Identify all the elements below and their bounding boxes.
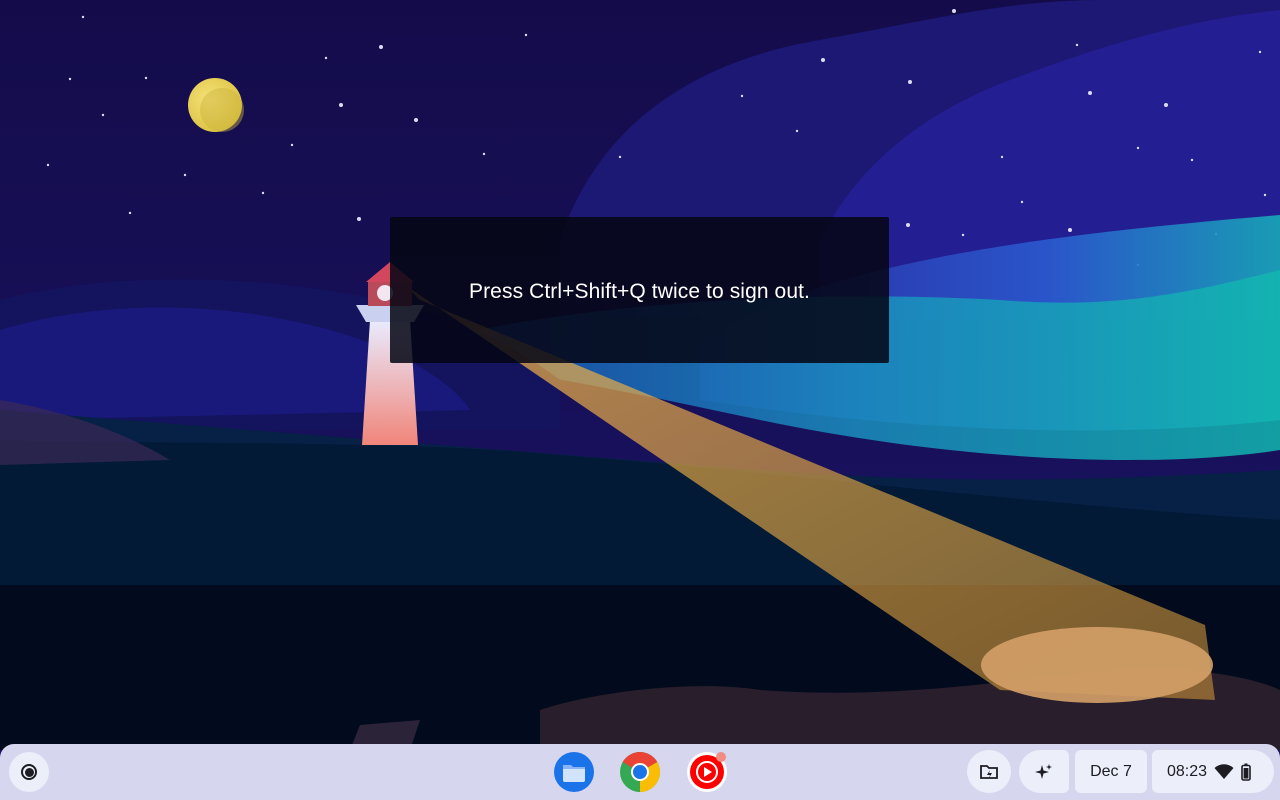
launcher-button[interactable] (9, 752, 49, 792)
sparkle-button[interactable] (1019, 750, 1069, 793)
battery-icon (1241, 763, 1251, 781)
chrome-icon (620, 752, 660, 792)
sparkle-icon (1035, 763, 1052, 779)
chrome-app-button[interactable] (620, 752, 660, 792)
date-tray-button[interactable]: Dec 7 (1075, 750, 1147, 793)
launcher-icon (21, 764, 37, 780)
files-icon (563, 765, 585, 782)
sign-out-toast: Press Ctrl+Shift+Q twice to sign out. (390, 217, 889, 363)
toast-message: Press Ctrl+Shift+Q twice to sign out. (468, 280, 810, 303)
status-area-button[interactable]: 08:23 (1152, 750, 1274, 793)
desktop-wallpaper (0, 0, 1280, 800)
wifi-icon (1214, 763, 1234, 779)
holding-space-button[interactable] (967, 750, 1011, 793)
files-app-button[interactable] (554, 752, 594, 792)
date-label: Dec 7 (1090, 762, 1132, 780)
youtube-music-icon (690, 752, 726, 789)
shelf: Dec 7 08:23 (0, 744, 1280, 800)
holding-space-icon (980, 764, 998, 779)
youtube-music-app-button[interactable] (687, 752, 727, 792)
clock-time: 08:23 (1167, 762, 1208, 780)
